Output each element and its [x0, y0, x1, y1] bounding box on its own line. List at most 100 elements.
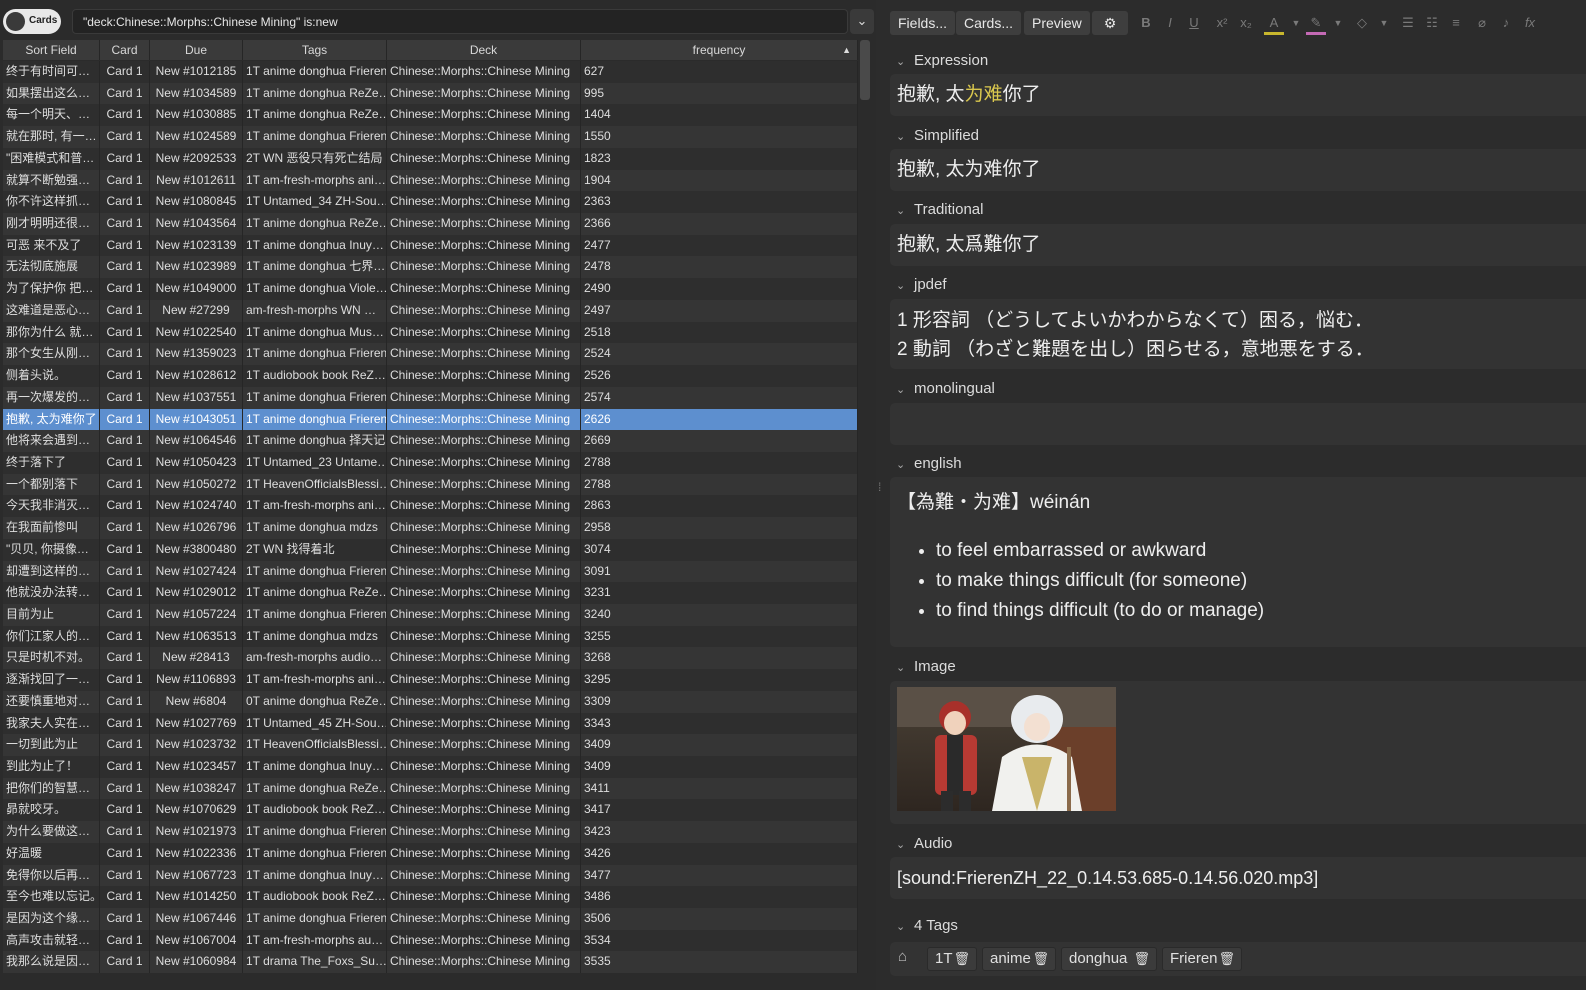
bold-icon[interactable]: B [1136, 13, 1156, 33]
table-row[interactable]: 高声攻击就轻… Card 1 New #1067004 1T am-fresh-mor… [3, 929, 858, 952]
delete-tag-icon[interactable]: 🗑 [1218, 948, 1235, 970]
tag-editor[interactable]: ⌂ 1T 🗑 anime 🗑 donghua 🗑 Frieren 🗑 [890, 942, 1586, 976]
table-row[interactable]: 可恶 来不及了 Card 1 New #1023139 1T anime donghu… [3, 234, 858, 257]
table-row[interactable]: 昴就咬牙。 Card 1 New #1070629 1T audiobook book… [3, 799, 858, 822]
fields-button[interactable]: Fields... [890, 11, 956, 35]
tag-chip[interactable]: anime 🗑 [982, 947, 1056, 971]
table-row[interactable]: 这难道是恶心… Card 1 New #27299 am-fresh-morphs W… [3, 299, 858, 322]
table-row[interactable]: 为了保护你 把… Card 1 New #1049000 1T anime dongh… [3, 278, 858, 300]
chevron-down-icon[interactable]: ▼ [1286, 13, 1306, 33]
delete-tag-icon[interactable]: 🗑 [1032, 948, 1049, 970]
table-row[interactable]: 我那么说是因… Card 1 New #1060984 1T drama The_Fo… [3, 951, 858, 974]
table-row[interactable]: 刚才明明还很… Card 1 New #1043564 1T anime donghu… [3, 213, 858, 235]
table-row[interactable]: 把你们的智慧… Card 1 New #1038247 1T anime donghu… [3, 777, 858, 800]
bullet-list-icon[interactable]: ☰ [1398, 13, 1418, 33]
table-row[interactable]: 那你为什么 就… Card 1 New #1022540 1T anime dongh… [3, 321, 858, 344]
table-scrollbar[interactable] [860, 40, 870, 100]
attach-icon[interactable]: ⌀ [1472, 13, 1492, 33]
table-row[interactable]: 无法彻底施展 Card 1 New #1023989 1T anime donghua… [3, 256, 858, 279]
table-row[interactable]: 至今也难以忘记。 Card 1 New #1014250 1T audiobook b… [3, 886, 858, 909]
collapse-simplified-icon[interactable]: ⌄ [896, 130, 905, 143]
table-row[interactable]: 抱歉, 太为难你了 Card 1 New #1043051 1T anime dong… [3, 408, 858, 431]
table-row[interactable]: 免得你以后再… Card 1 New #1067723 1T anime donghu… [3, 864, 858, 887]
collapse-monolingual-icon[interactable]: ⌄ [896, 383, 905, 396]
microphone-icon[interactable]: ♪ [1496, 13, 1516, 33]
field-image[interactable] [890, 681, 1586, 824]
italic-icon[interactable]: I [1160, 13, 1180, 33]
field-english[interactable]: 【為難・为难】wéinán to feel embarrassed or awk… [890, 477, 1586, 647]
field-expression[interactable]: 抱歉, 太为难你了 [890, 74, 1586, 116]
table-row[interactable]: 好温暖 Card 1 New #1022336 1T anime donghua Fr… [3, 842, 858, 865]
table-row[interactable]: 为什么要做这… Card 1 New #1021973 1T anime donghu… [3, 821, 858, 843]
collapse-audio-icon[interactable]: ⌄ [896, 838, 905, 851]
search-history-dropdown[interactable]: ⌄ [850, 9, 874, 34]
table-row[interactable]: 只是时机不对。 Card 1 New #28413 am-fresh-morphs a… [3, 647, 858, 670]
table-row[interactable]: 终于落下了 Card 1 New #1050423 1T Untamed_23 Unt… [3, 451, 858, 474]
collapse-image-icon[interactable]: ⌄ [896, 661, 905, 674]
table-row[interactable]: 到此为止了！ Card 1 New #1023457 1T anime donghua… [3, 756, 858, 778]
field-audio[interactable]: [sound:FrierenZH_22_0.14.53.685-0.14.56.… [890, 857, 1586, 899]
column-header-card[interactable]: Card [100, 40, 150, 60]
column-header-tags[interactable]: Tags [243, 40, 387, 60]
pane-splitter-handle[interactable]: ⁞ [878, 480, 881, 494]
highlight-color-icon[interactable]: ✎ [1306, 13, 1326, 35]
column-header-due[interactable]: Due [150, 40, 243, 60]
column-header-sort-field[interactable]: Sort Field [3, 40, 100, 60]
table-row[interactable]: 却遭到这样的… Card 1 New #1027424 1T anime donghu… [3, 560, 858, 583]
cards-button[interactable]: Cards... [956, 11, 1022, 35]
subscript-icon[interactable]: x₂ [1236, 13, 1256, 33]
formula-icon[interactable]: fx [1520, 13, 1540, 33]
collapse-traditional-icon[interactable]: ⌄ [896, 204, 905, 217]
gear-icon[interactable]: ⚙ [1092, 11, 1128, 35]
table-row[interactable]: 是因为这个缘… Card 1 New #1067446 1T anime donghu… [3, 908, 858, 930]
tag-chip[interactable]: Frieren 🗑 [1162, 947, 1242, 971]
chevron-down-icon[interactable]: ▼ [1328, 13, 1348, 33]
tag-chip[interactable]: donghua 🗑 [1061, 947, 1157, 971]
preview-button[interactable]: Preview [1024, 11, 1090, 35]
superscript-icon[interactable]: x² [1212, 13, 1232, 33]
collapse-tags-icon[interactable]: ⌄ [896, 920, 905, 933]
table-row[interactable]: 他将来会遇到… Card 1 New #1064546 1T anime donghu… [3, 430, 858, 452]
table-row[interactable]: 他就没办法转… Card 1 New #1029012 1T anime donghu… [3, 582, 858, 604]
table-row[interactable]: 如果摆出这么… Card 1 New #1034589 1T anime donghu… [3, 82, 858, 105]
table-row[interactable]: 你们江家人的… Card 1 New #1063513 1T anime donghu… [3, 625, 858, 648]
table-row[interactable]: 逐渐找回了一… Card 1 New #1106893 1T am-fresh-mor… [3, 669, 858, 691]
search-input[interactable]: "deck:Chinese::Morphs::Chinese Mining" i… [72, 9, 848, 34]
table-row[interactable]: 每一个明天、… Card 1 New #1030885 1T anime donghu… [3, 104, 858, 127]
collapse-english-icon[interactable]: ⌄ [896, 458, 905, 471]
table-row[interactable]: 今天我非消灭… Card 1 New #1024740 1T am-fresh-mor… [3, 495, 858, 518]
table-row[interactable]: 就在那时, 有一… Card 1 New #1024589 1T anime dong… [3, 126, 858, 148]
tag-chip[interactable]: 1T 🗑 [927, 947, 977, 971]
eraser-icon[interactable]: ◇ [1352, 13, 1372, 33]
table-row[interactable]: 目前为止 Card 1 New #1057224 1T anime donghua F… [3, 603, 858, 626]
table-row[interactable]: 在我面前惨叫 Card 1 New #1026796 1T anime donghua… [3, 517, 858, 539]
field-traditional[interactable]: 抱歉, 太爲難你了 [890, 224, 1586, 266]
table-row[interactable]: 终于有时间可… Card 1 New #1012185 1T anime donghu… [3, 61, 858, 83]
delete-tag-icon[interactable]: 🗑 [953, 948, 970, 970]
field-jpdef[interactable]: 1 形容詞 （どうしてよいかわからなくて）困る，悩む． 2 動詞 （わざと難題を… [890, 299, 1586, 369]
table-row[interactable]: 一个都别落下 Card 1 New #1050272 1T HeavenOfficia… [3, 473, 858, 496]
field-simplified[interactable]: 抱歉, 太为难你了 [890, 149, 1586, 191]
column-header-frequency[interactable]: frequency ▲ [581, 40, 858, 60]
table-row[interactable]: 你不许这样抓… Card 1 New #1080845 1T Untamed_34 Z… [3, 191, 858, 214]
text-color-icon[interactable]: A [1264, 13, 1284, 35]
delete-tag-icon[interactable]: 🗑 [1133, 948, 1150, 970]
underline-icon[interactable]: U [1184, 13, 1204, 33]
table-row[interactable]: 我家夫人实在… Card 1 New #1027769 1T Untamed_45 Z… [3, 712, 858, 735]
table-row[interactable]: "贝贝, 你摄像… Card 1 New #3800480 2T WN 找得着北 Chi… [3, 538, 858, 561]
collapse-jpdef-icon[interactable]: ⌄ [896, 279, 905, 292]
cards-notes-toggle[interactable]: Cards [3, 9, 61, 34]
table-row[interactable]: 就算不断勉强… Card 1 New #1012611 1T am-fresh-mor… [3, 169, 858, 192]
table-row[interactable]: 一切到此为止 Card 1 New #1023732 1T HeavenOfficia… [3, 734, 858, 756]
align-icon[interactable]: ≡ [1446, 13, 1466, 33]
table-row[interactable]: "困难模式和普… Card 1 New #2092533 2T WN 恶役只有死亡结局… [3, 147, 858, 170]
field-monolingual[interactable] [890, 403, 1586, 445]
chevron-down-icon[interactable]: ▼ [1374, 13, 1394, 33]
table-row[interactable]: 那个女生从刚… Card 1 New #1359023 1T anime donghu… [3, 343, 858, 366]
table-row[interactable]: 侧着头说。 Card 1 New #1028612 1T audiobook book… [3, 365, 858, 387]
column-header-deck[interactable]: Deck [387, 40, 581, 60]
table-row[interactable]: 再一次爆发的… Card 1 New #1037551 1T anime donghu… [3, 386, 858, 409]
numbered-list-icon[interactable]: ☷ [1422, 13, 1442, 33]
collapse-expression-icon[interactable]: ⌄ [896, 55, 905, 68]
table-row[interactable]: 还要慎重地对… Card 1 New #6804 0T anime donghua R… [3, 690, 858, 713]
